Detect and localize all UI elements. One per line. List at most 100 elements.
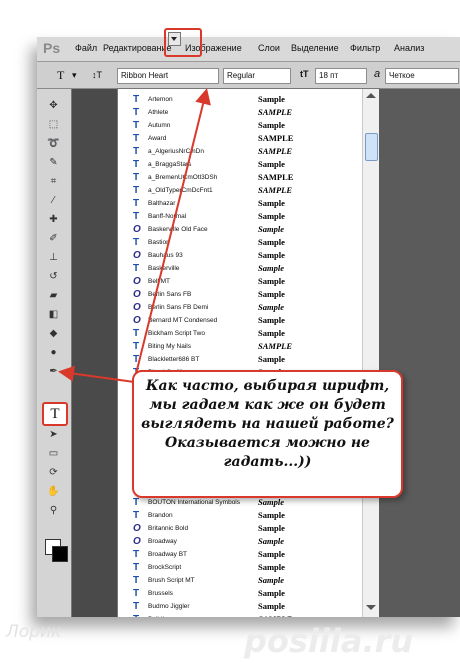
font-dropdown-list[interactable]: T Artemon Sample T Athlete SAMPLE T Autumn Sampl… <box>117 88 380 617</box>
antialias-icon: a <box>374 68 381 80</box>
font-list-item[interactable]: T Bastion Sample <box>118 236 363 249</box>
font-list-item[interactable]: O Britannic Bold Sample <box>118 522 363 535</box>
font-name: Bernard MT Condensed <box>148 317 218 324</box>
menu-edit[interactable]: Редактирование <box>103 43 172 53</box>
antialias-field[interactable]: Четкое <box>385 68 459 84</box>
font-sample: Sample <box>258 510 285 520</box>
font-list-item[interactable]: O Broadway Sample <box>118 535 363 548</box>
scroll-down-icon[interactable] <box>366 605 376 610</box>
menu-file[interactable]: Файл <box>75 43 97 53</box>
callout-text: Как часто, выбирая шрифт, мы гадаем как … <box>141 378 394 470</box>
font-list-item[interactable]: T Baskerville Sample <box>118 262 363 275</box>
dropdown-highlight-box <box>164 28 202 57</box>
font-list-item[interactable]: T Brush Script MT Sample <box>118 574 363 587</box>
background-color-swatch[interactable] <box>52 546 68 562</box>
font-list-item[interactable]: O Baskerville Old Face Sample <box>118 223 363 236</box>
menu-filter[interactable]: Фильтр <box>350 43 380 53</box>
font-size-icon: tT <box>300 69 309 79</box>
font-list-item[interactable]: T Brandon Sample <box>118 509 363 522</box>
font-list-item[interactable]: T Autumn Sample <box>118 119 363 132</box>
font-list-item[interactable]: T Broadway BT Sample <box>118 548 363 561</box>
font-list-item[interactable]: T Budmo Jiggler Sample <box>118 600 363 613</box>
font-sample: Sample <box>258 159 285 169</box>
font-list-item[interactable]: O Bernard MT Condensed Sample <box>118 314 363 327</box>
font-name: Broadway <box>148 538 177 545</box>
font-name: a_OldTyperCmDcFnt1 <box>148 187 213 194</box>
eraser-tool-icon[interactable]: ▰ <box>46 289 61 303</box>
font-sample: Sample <box>258 263 284 273</box>
opentype-icon: O <box>133 523 141 534</box>
font-list-item[interactable]: Ta_BraggaStars Sample <box>118 158 363 171</box>
font-size-field[interactable]: 18 пт <box>315 68 367 84</box>
font-list-item[interactable]: T Blackletter686 BT Sample <box>118 353 363 366</box>
font-sample: Sample <box>258 523 285 533</box>
font-list-item[interactable]: T BrockScript Sample <box>118 561 363 574</box>
scroll-up-icon[interactable] <box>366 93 376 98</box>
blur-tool-icon[interactable]: ◆ <box>46 327 61 341</box>
font-list-item[interactable]: O Berlin Sans FB Demi Sample <box>118 301 363 314</box>
pen-tool-icon[interactable]: ✒ <box>46 365 61 379</box>
font-name: BrockScript <box>148 564 182 571</box>
font-name: BOUTON International Symbols <box>148 499 240 506</box>
font-list-item[interactable]: O Bell MT Sample <box>118 275 363 288</box>
menu-analysis[interactable]: Анализ <box>394 43 424 53</box>
type-tool-icon[interactable]: T <box>42 402 68 426</box>
brush-tool-icon[interactable]: ✐ <box>46 232 61 246</box>
path-select-tool-icon[interactable]: ➤ <box>46 428 61 442</box>
history-brush-tool-icon[interactable]: ↺ <box>46 270 61 284</box>
font-list-item[interactable]: T Artemon Sample <box>118 93 363 106</box>
font-sample: Sample <box>258 237 285 247</box>
font-list-item[interactable]: O Bauhaus 93 Sample <box>118 249 363 262</box>
font-sample: Sample <box>258 211 285 221</box>
menu-layers[interactable]: Слои <box>258 43 280 53</box>
font-list-item[interactable]: T Bickham Script Two Sample <box>118 327 363 340</box>
dodge-tool-icon[interactable]: ● <box>46 346 61 360</box>
photoshop-window: Ps Файл Редактирование Изображение Слои … <box>37 37 460 617</box>
stamp-tool-icon[interactable]: ⊥ <box>46 251 61 265</box>
font-sample: Sample <box>258 328 285 338</box>
font-list-item[interactable]: T Brussels Sample <box>118 587 363 600</box>
font-list-item[interactable]: T Biting My Nails SAMPLE <box>118 340 363 353</box>
font-style-field[interactable]: Regular <box>223 68 291 84</box>
font-list-item[interactable]: T Athlete SAMPLE <box>118 106 363 119</box>
watermark-site: posiila.ru <box>244 622 414 660</box>
marquee-tool-icon[interactable]: ⬚ <box>46 118 61 132</box>
3d-rotate-tool-icon[interactable]: ⟳ <box>46 466 61 480</box>
tool-preset-icon[interactable]: T <box>57 68 64 83</box>
font-list-item[interactable]: T Award SAMPLE <box>118 132 363 145</box>
hand-tool-icon[interactable]: ✋ <box>46 485 61 499</box>
truetype-icon: T <box>133 172 140 183</box>
font-list-item[interactable]: T Balthazar Sample <box>118 197 363 210</box>
lasso-tool-icon[interactable]: ➰ <box>46 137 61 151</box>
zoom-tool-icon[interactable]: ⚲ <box>46 504 61 518</box>
document-canvas-area <box>379 89 460 617</box>
font-sample: Sample <box>258 354 285 364</box>
font-family-field[interactable]: Ribbon Heart <box>117 68 219 84</box>
font-name: Athlete <box>148 109 169 116</box>
font-list-item[interactable]: Ta_BremenUCmOtl3DSh SAMPLE <box>118 171 363 184</box>
truetype-icon: T <box>133 328 140 339</box>
truetype-icon: T <box>133 159 140 170</box>
font-list-item[interactable]: Ta_OldTyperCmDcFnt1 SAMPLE <box>118 184 363 197</box>
font-sample: SAMPLE <box>258 613 292 617</box>
scrollbar-thumb[interactable] <box>365 133 378 161</box>
eyedropper-tool-icon[interactable]: ⁄ <box>46 194 61 208</box>
text-orientation-icon[interactable]: ↕T <box>92 70 102 80</box>
crop-tool-icon[interactable]: ⌗ <box>46 175 61 189</box>
menu-select[interactable]: Выделение <box>291 43 339 53</box>
quick-select-tool-icon[interactable]: ✎ <box>46 156 61 170</box>
font-list-item[interactable]: Ta_AlgeriusNrCmDn SAMPLE <box>118 145 363 158</box>
healing-tool-icon[interactable]: ✚ <box>46 213 61 227</box>
font-list-item[interactable]: T Banff-Normal Sample <box>118 210 363 223</box>
font-list-item[interactable]: O Berlin Sans FB Sample <box>118 288 363 301</box>
move-tool-icon[interactable]: ✥ <box>46 99 61 113</box>
tool-preset-caret-icon[interactable]: ▾ <box>72 70 77 81</box>
font-sample: Sample <box>258 315 285 325</box>
truetype-icon: T <box>133 107 140 118</box>
gradient-tool-icon[interactable]: ◧ <box>46 308 61 322</box>
font-list-item[interactable]: T Building SAMPLE <box>118 613 363 617</box>
font-name: Bauhaus 93 <box>148 252 183 259</box>
font-list-scrollbar[interactable] <box>362 89 379 617</box>
shape-tool-icon[interactable]: ▭ <box>46 447 61 461</box>
font-sample: Sample <box>258 198 285 208</box>
